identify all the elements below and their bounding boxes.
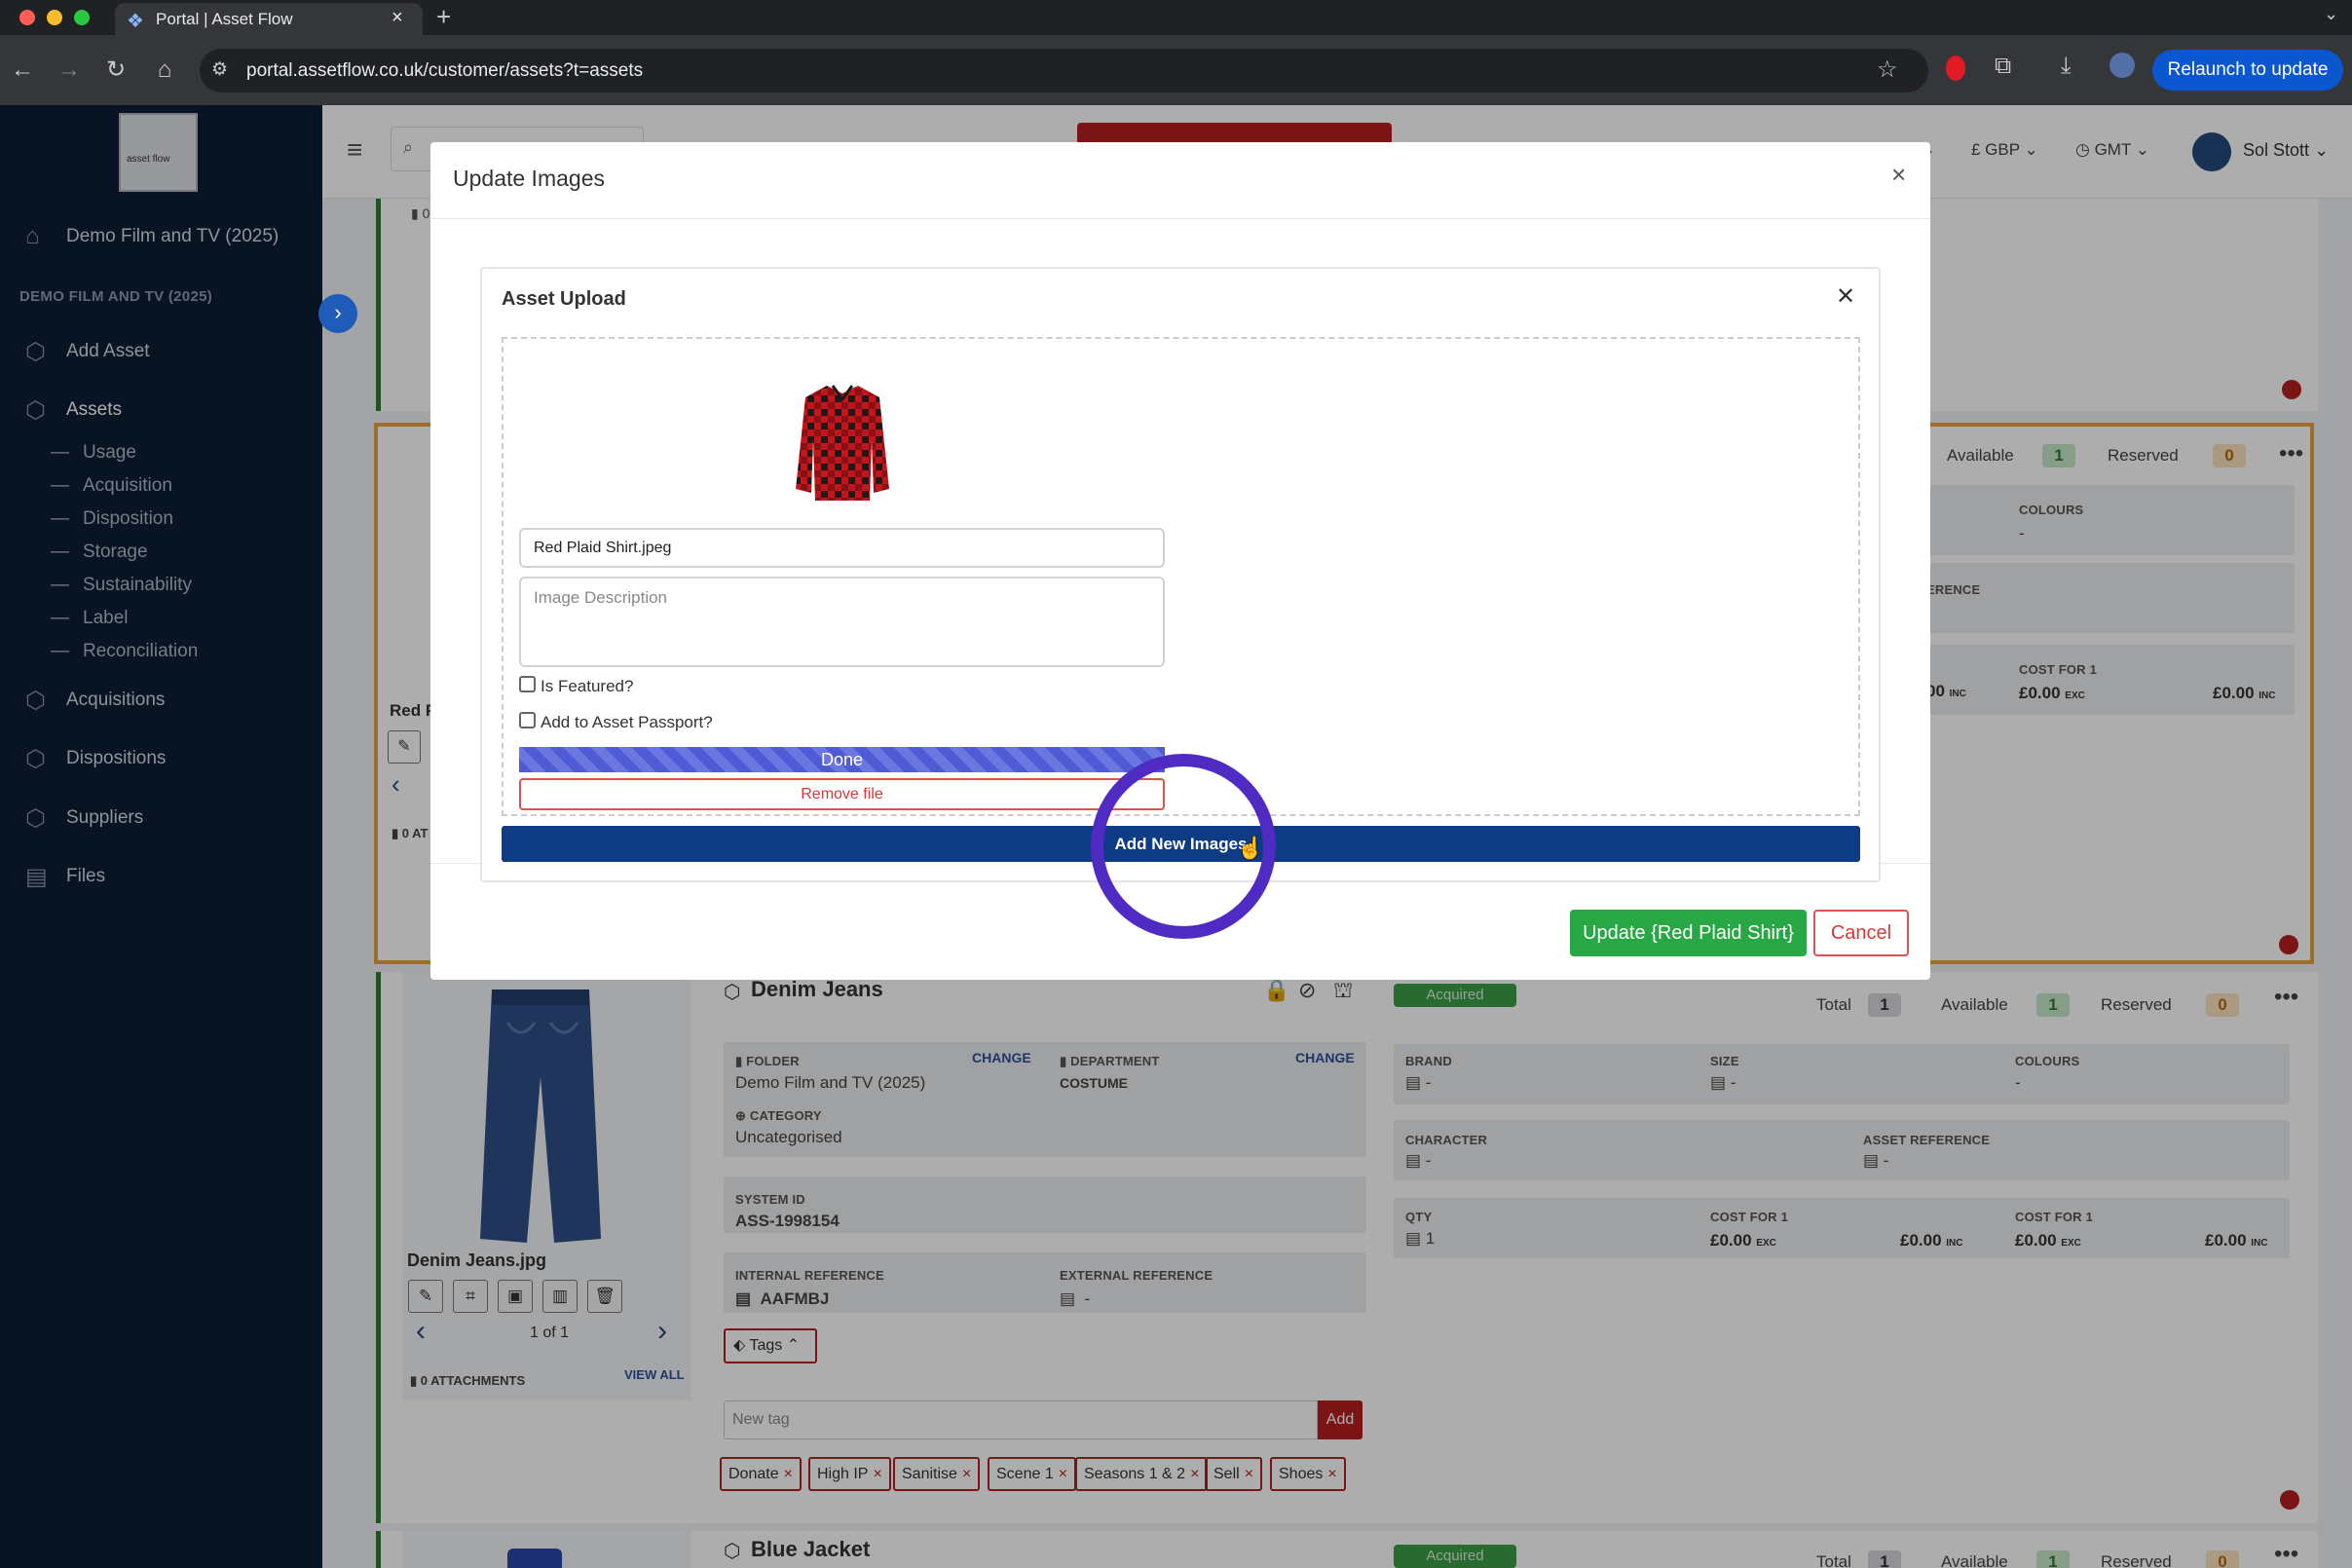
minimize-window-icon[interactable] [47, 10, 62, 25]
back-icon[interactable]: ← [8, 56, 37, 84]
collapse-sidebar-button[interactable]: › [318, 294, 357, 333]
add-to-passport-label: Add to Asset Passport? [541, 713, 713, 731]
hand-cursor-icon: ☝ [1237, 836, 1264, 860]
tab-close-icon[interactable]: × [392, 7, 403, 29]
forward-icon[interactable]: → [55, 56, 84, 84]
bookmark-star-icon[interactable]: ☆ [1877, 56, 1898, 84]
is-featured-label: Is Featured? [541, 677, 634, 695]
browser-tab-bar: ❖ Portal | Asset Flow × + ⌄ [0, 0, 2352, 35]
browser-tab[interactable]: ❖ Portal | Asset Flow × [115, 3, 423, 35]
chevron-right-icon: › [334, 300, 342, 324]
upload-panel-title: Asset Upload [502, 288, 626, 310]
filename-value: Red Plaid Shirt.jpeg [534, 540, 672, 556]
close-window-icon[interactable] [19, 10, 35, 25]
asset-flow-favicon-icon: ❖ [127, 11, 144, 32]
home-icon[interactable]: ⌂ [150, 56, 179, 84]
reload-icon[interactable]: ↻ [101, 56, 131, 84]
red-plaid-shirt-thumbnail [796, 385, 889, 501]
profile-avatar-icon[interactable] [2109, 53, 2135, 78]
extension-red-icon[interactable] [1946, 56, 1965, 81]
image-description-textarea[interactable]: Image Description [519, 577, 1165, 667]
download-icon[interactable]: ⤓ [2061, 53, 2072, 80]
upload-progress-bar: Done [519, 747, 1165, 772]
maximize-window-icon[interactable] [74, 10, 90, 25]
browser-toolbar: ← → ↻ ⌂ ⚙ portal.assetflow.co.uk/custome… [0, 35, 2352, 105]
is-featured-checkbox[interactable] [519, 676, 536, 692]
cancel-button[interactable]: Cancel [1813, 910, 1909, 956]
relaunch-button[interactable]: Relaunch to update [2152, 50, 2343, 91]
tab-search-chevron-icon[interactable]: ⌄ [2324, 4, 2338, 24]
description-placeholder: Image Description [534, 588, 668, 607]
address-bar[interactable]: ⚙ portal.assetflow.co.uk/customer/assets… [200, 49, 1928, 93]
remove-file-button[interactable]: Remove file [519, 778, 1165, 810]
update-button[interactable]: Update {Red Plaid Shirt} [1570, 910, 1807, 956]
tab-title: Portal | Asset Flow [156, 10, 293, 28]
extensions-puzzle-icon[interactable]: ⧉ [1995, 53, 2011, 80]
url-text: portal.assetflow.co.uk/customer/assets?t… [246, 60, 644, 81]
filename-field[interactable]: Red Plaid Shirt.jpeg [519, 528, 1165, 568]
upload-panel-close-icon[interactable]: ✕ [1836, 282, 1855, 311]
modal-header-divider [430, 218, 1930, 219]
add-to-passport-checkbox[interactable] [519, 712, 536, 728]
modal-close-icon[interactable]: × [1891, 160, 1906, 190]
new-tab-icon[interactable]: + [436, 2, 451, 32]
modal-title: Update Images [453, 166, 605, 191]
site-info-icon[interactable]: ⚙ [211, 58, 228, 81]
